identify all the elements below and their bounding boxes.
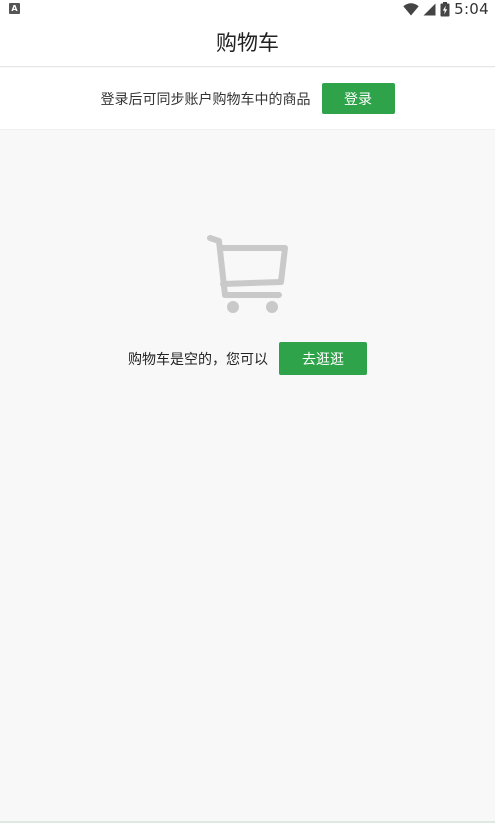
battery-charging-icon — [440, 1, 450, 16]
shopping-cart-icon — [207, 235, 288, 313]
status-bar: A 5:04 — [0, 0, 495, 18]
status-time: 5:04 — [454, 0, 489, 18]
empty-cart-message: 购物车是空的，您可以 — [128, 351, 268, 368]
wifi-icon — [403, 2, 419, 16]
browse-button[interactable]: 去逛逛 — [279, 342, 367, 375]
empty-cart-row: 购物车是空的，您可以 去逛逛 — [0, 342, 495, 375]
login-prompt-text: 登录后可同步账户购物车中的商品 — [100, 91, 311, 108]
page-title: 购物车 — [216, 31, 279, 55]
notification-a-icon: A — [9, 3, 20, 14]
login-button[interactable]: 登录 — [321, 83, 395, 114]
login-banner: 登录后可同步账户购物车中的商品 登录 — [0, 68, 495, 130]
status-bar-right: 5:04 — [403, 0, 489, 18]
title-bar: 购物车 — [0, 18, 495, 67]
cart-screen: A 5:04 购物车 登录后可同步账户购物车中的商品 登录 购物车是空的，您可以… — [0, 0, 495, 823]
cellular-signal-icon — [423, 3, 436, 15]
